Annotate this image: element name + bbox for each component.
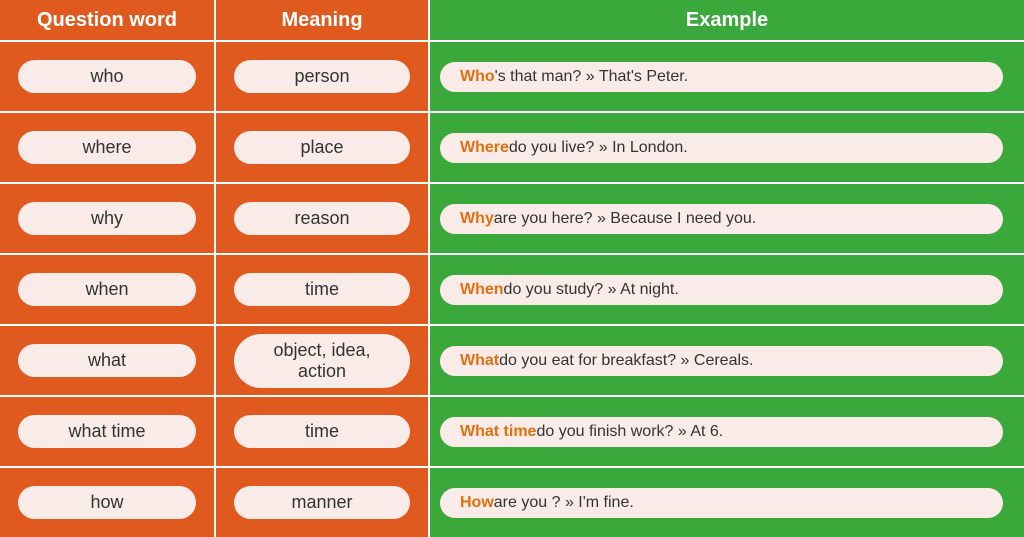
meaning-pill: object, idea, action [234,334,410,388]
example-rows: Who's that man? » That's Peter. Where do … [430,42,1024,537]
example-row: Why are you here? » Because I need you. [430,184,1024,255]
meaning-row: time [216,255,428,326]
meaning-pill: person [234,60,410,93]
example-text: are you ? » I'm fine. [494,494,634,512]
question-row: when [0,255,214,326]
question-word-header: Question word [0,0,214,42]
example-row: How are you ? » I'm fine. [430,468,1024,537]
question-row: what time [0,397,214,468]
example-column: Example Who's that man? » That's Peter.W… [428,0,1024,537]
meaning-rows: person place reason time object, idea, actio… [216,42,428,537]
meaning-pill: reason [234,202,410,235]
meaning-pill: time [234,415,410,448]
meaning-header-label: Meaning [281,9,362,32]
example-row: What time do you finish work? » At 6. [430,397,1024,468]
example-text: do you eat for breakfast? » Cereals. [499,352,753,370]
meaning-row: time [216,397,428,468]
meaning-row: person [216,42,428,113]
example-header: Example [430,0,1024,42]
question-row: why [0,184,214,255]
example-pill: Why are you here? » Because I need you. [440,204,1003,234]
question-word-column: Question word who where why when what what ti… [0,0,214,537]
question-pill: when [18,273,196,306]
question-word-header-label: Question word [37,9,177,32]
example-text: do you live? » In London. [509,139,688,157]
example-highlight: When [460,281,504,299]
example-highlight: What time [460,423,536,441]
main-table: Question word who where why when what what ti… [0,0,1024,537]
example-header-label: Example [686,9,768,32]
example-highlight: Who [460,68,495,86]
example-text: do you study? » At night. [504,281,679,299]
question-row: who [0,42,214,113]
example-text: do you finish work? » At 6. [536,423,723,441]
example-text: are you here? » Because I need you. [494,210,756,228]
question-pill: why [18,202,196,235]
meaning-header: Meaning [216,0,428,42]
example-highlight: What [460,352,499,370]
example-pill: How are you ? » I'm fine. [440,488,1003,518]
question-pill: what [18,344,196,377]
question-row: how [0,468,214,537]
meaning-pill: place [234,131,410,164]
example-pill: When do you study? » At night. [440,275,1003,305]
meaning-row: object, idea, action [216,326,428,397]
example-highlight: Why [460,210,494,228]
example-pill: What time do you finish work? » At 6. [440,417,1003,447]
example-pill: What do you eat for breakfast? » Cereals… [440,346,1003,376]
example-highlight: How [460,494,494,512]
meaning-row: place [216,113,428,184]
example-row: What do you eat for breakfast? » Cereals… [430,326,1024,397]
meaning-row: reason [216,184,428,255]
question-pill: who [18,60,196,93]
question-row: where [0,113,214,184]
example-row: When do you study? » At night. [430,255,1024,326]
question-word-rows: who where why when what what time how [0,42,214,537]
question-pill: where [18,131,196,164]
meaning-row: manner [216,468,428,537]
meaning-column: Meaning person place reason time object, ide… [214,0,428,537]
example-pill: Who's that man? » That's Peter. [440,62,1003,92]
question-pill: what time [18,415,196,448]
example-row: Who's that man? » That's Peter. [430,42,1024,113]
example-text: 's that man? » That's Peter. [495,68,688,86]
question-row: what [0,326,214,397]
meaning-pill: manner [234,486,410,519]
example-pill: Where do you live? » In London. [440,133,1003,163]
meaning-pill: time [234,273,410,306]
example-highlight: Where [460,139,509,157]
question-pill: how [18,486,196,519]
example-row: Where do you live? » In London. [430,113,1024,184]
